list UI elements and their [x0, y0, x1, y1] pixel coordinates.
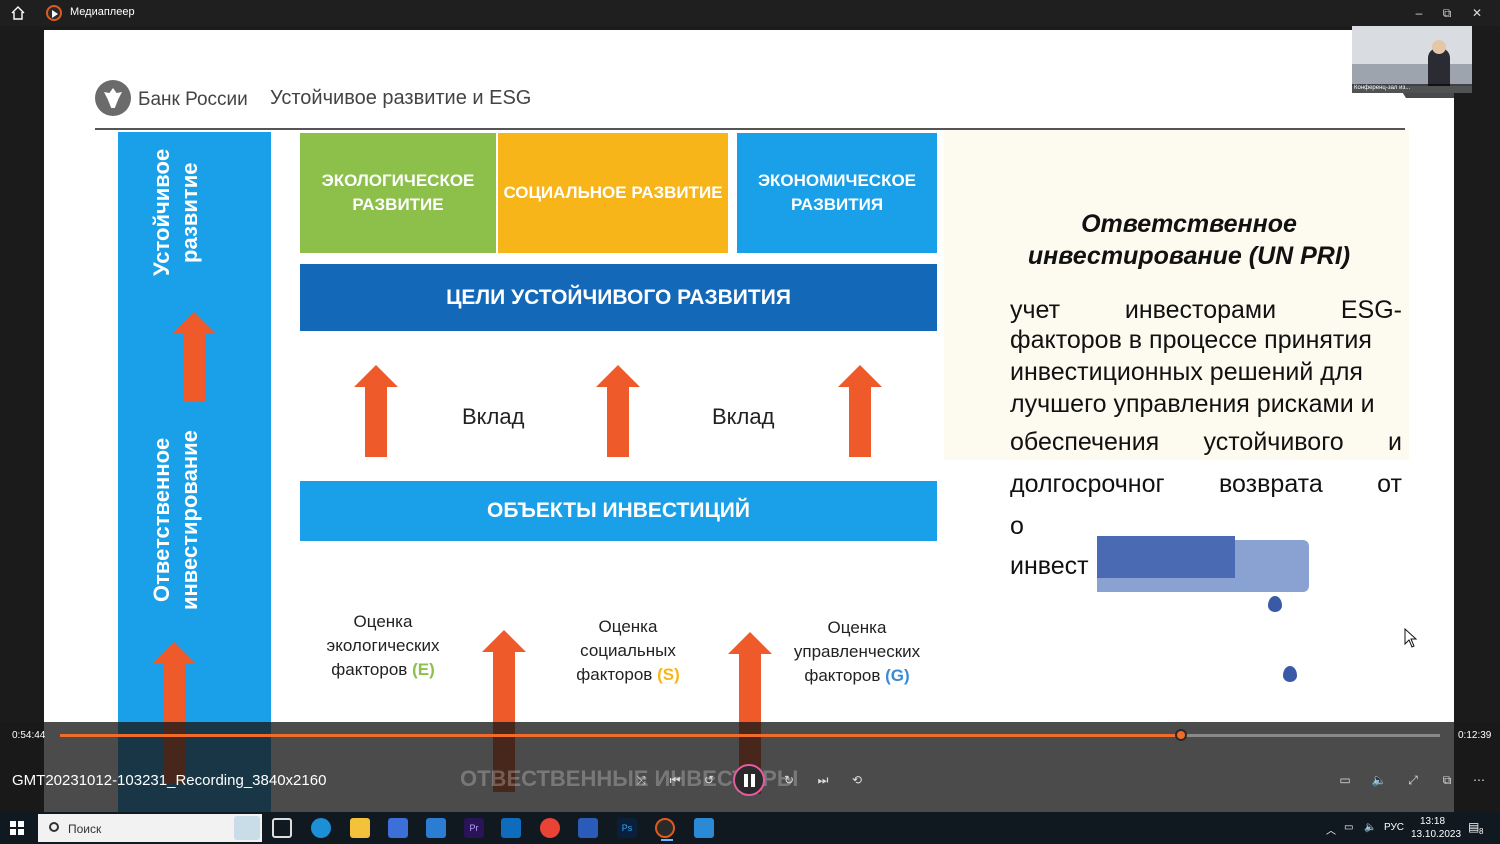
- minimize-button[interactable]: –: [1410, 4, 1428, 22]
- up-arrow-icon: [172, 312, 216, 402]
- shuffle-icon[interactable]: ⤨: [632, 771, 650, 789]
- close-button[interactable]: ✕: [1468, 4, 1486, 22]
- file-explorer-icon[interactable]: [350, 818, 370, 838]
- seek-thumb[interactable]: [1174, 729, 1187, 741]
- previous-icon[interactable]: ⏮: [666, 771, 684, 789]
- search-icon: [49, 822, 59, 832]
- webcam-thumbnail[interactable]: Конференц-зал из...: [1352, 26, 1472, 93]
- contribution-label: Вклад: [462, 404, 525, 429]
- definition-line: факторов в процессе принятия: [1010, 326, 1372, 354]
- fullscreen-icon[interactable]: ⤢: [1404, 771, 1422, 789]
- mini-player-icon[interactable]: ⧉: [1438, 771, 1456, 789]
- photos-icon[interactable]: [694, 818, 714, 838]
- definition-line: инвестиционных решений для: [1010, 358, 1363, 386]
- slide-title: Устойчивое развитие и ESG: [270, 87, 532, 109]
- eco-development-box: ЭКОЛОГИЧЕСКОЕ РАЗВИТИЕ: [300, 133, 496, 253]
- seek-bar[interactable]: [60, 734, 1440, 737]
- webcam-label: Конференц-зал из...: [1352, 84, 1472, 93]
- contribution-label: Вклад: [712, 404, 775, 429]
- rewind-10-icon[interactable]: ↺: [700, 771, 718, 789]
- definition-line: инвест: [1010, 552, 1089, 580]
- economic-development-box: ЭКОНОМИЧЕСКОЕ РАЗВИТИЯ: [737, 133, 937, 253]
- volume-icon[interactable]: 🔈: [1370, 771, 1388, 789]
- bank-name: Банк России: [138, 89, 248, 110]
- social-development-box: СОЦИАЛЬНОЕ РАЗВИТИЕ: [498, 133, 728, 253]
- forward-30-icon[interactable]: ↻: [780, 771, 798, 789]
- app-title: Медиаплеер: [70, 6, 135, 18]
- definition-line: учет инвесторами ESG-: [1010, 296, 1402, 324]
- title-bar: Медиаплеер – ⧉ ✕: [0, 0, 1500, 26]
- definition-line: лучшего управления рисками и: [1010, 390, 1375, 418]
- bank-logo-icon: [95, 80, 131, 116]
- search-placeholder: Поиск: [68, 822, 102, 836]
- assessment-e: Оценка экологических факторов (E): [326, 612, 440, 679]
- assessment-s: Оценка социальных факторов (S): [576, 617, 680, 684]
- taskbar-search[interactable]: Поиск: [38, 814, 262, 842]
- more-options-icon[interactable]: ⋯: [1470, 771, 1488, 789]
- webcam-face: [1432, 40, 1446, 54]
- search-highlight-image: [234, 816, 260, 840]
- sustainable-goals-box: ЦЕЛИ УСТОЙЧИВОГО РАЗВИТИЯ: [300, 264, 937, 331]
- repeat-icon[interactable]: ⟲: [848, 771, 866, 789]
- webcam-table: [1352, 64, 1472, 86]
- volume-tray-icon[interactable]: 🔈: [1364, 822, 1376, 833]
- windows-start-icon[interactable]: [10, 821, 24, 835]
- pillar-top-label: Устойчивое развитие: [149, 148, 202, 277]
- restore-button[interactable]: ⧉: [1438, 4, 1456, 22]
- mail-icon[interactable]: [426, 818, 446, 838]
- network-icon[interactable]: ▭: [1344, 822, 1353, 833]
- language-indicator[interactable]: РУС: [1384, 822, 1404, 833]
- investment-objects-box: ОБЪЕКТЫ ИНВЕСТИЦИЙ: [300, 481, 937, 541]
- next-icon[interactable]: ⏭: [814, 771, 832, 789]
- photoshop-icon[interactable]: Ps: [617, 818, 637, 838]
- webcam-background: [1352, 26, 1472, 66]
- remaining-time: 0:12:39: [1458, 730, 1492, 741]
- premiere-icon[interactable]: Pr: [464, 818, 484, 838]
- notifications-icon[interactable]: ▤: [1468, 820, 1479, 834]
- animation-shape: [1097, 536, 1235, 578]
- pause-button[interactable]: [733, 764, 765, 796]
- file-name: GMT20231012-103231_Recording_3840x2160: [12, 772, 327, 789]
- elapsed-time: 0:54:44: [12, 730, 46, 741]
- assessment-g: Оценка управленческих факторов (G): [793, 618, 921, 685]
- pillar-bottom-label: Ответственное инвестирование: [149, 430, 202, 610]
- responsible-investing-title: Ответственное инвестирование (UN PRI): [1027, 210, 1351, 270]
- task-view-icon[interactable]: [272, 818, 292, 838]
- store-icon[interactable]: [388, 818, 408, 838]
- player-controls: 0:54:44 0:12:39 ОТВЕСТВЕННЫЕ ИНВЕСТОРЫ G…: [0, 722, 1500, 812]
- clock-date[interactable]: 13.10.2023: [1411, 829, 1461, 840]
- subtitles-icon[interactable]: ▭: [1336, 771, 1354, 789]
- video-area[interactable]: Банк России Устойчивое развитие и ESG 10…: [0, 26, 1500, 820]
- media-player-taskbar-icon[interactable]: [655, 818, 675, 841]
- up-arrow-icon: [354, 365, 398, 457]
- up-arrow-icon: [596, 365, 640, 457]
- media-player-icon: [46, 5, 62, 21]
- presentation-slide: Банк России Устойчивое развитие и ESG 10…: [44, 30, 1454, 820]
- mouse-cursor-icon: [1404, 627, 1418, 653]
- home-icon[interactable]: [10, 5, 26, 21]
- notification-count: 8: [1479, 827, 1484, 836]
- chrome-icon[interactable]: [540, 818, 560, 838]
- seek-progress: [60, 734, 1181, 737]
- definition-line: о: [1010, 512, 1024, 540]
- outlook-icon[interactable]: [501, 818, 521, 838]
- chevron-up-icon[interactable]: ︿: [1326, 822, 1336, 837]
- taskbar: Поиск Pr Ps ︿ ▭ 🔈 РУС 13:18 13.10.2023 ▤…: [0, 812, 1500, 844]
- up-arrow-icon: [838, 365, 882, 457]
- drop-shape: [1268, 596, 1282, 612]
- word-icon[interactable]: [578, 818, 598, 838]
- definition-line: обеспечения устойчивого и: [1010, 428, 1402, 456]
- drop-shape: [1283, 666, 1297, 682]
- edge-icon[interactable]: [311, 818, 331, 838]
- clock-time[interactable]: 13:18: [1420, 816, 1445, 827]
- definition-line: долгосрочног возврата от: [1010, 470, 1402, 498]
